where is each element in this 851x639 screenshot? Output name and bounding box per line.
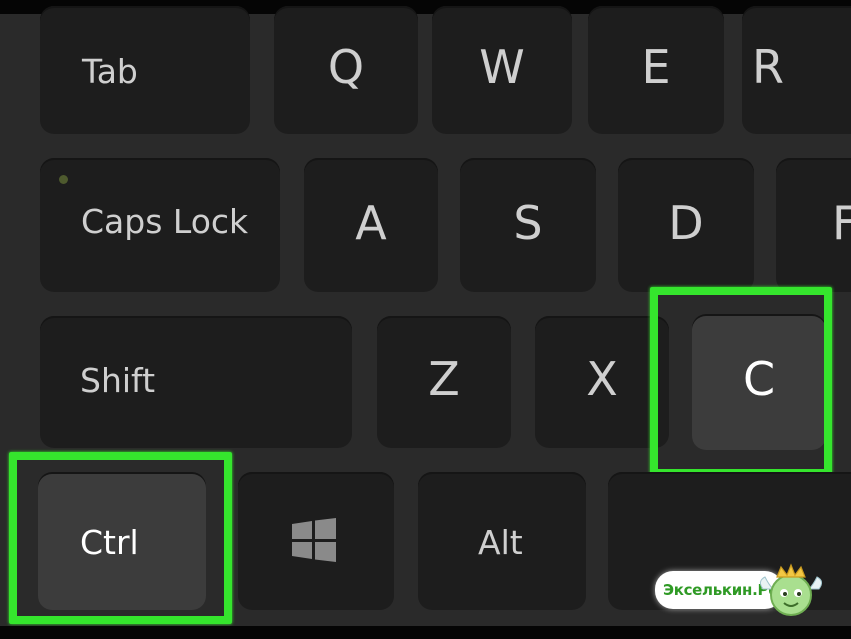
key-q-label: Q xyxy=(327,40,365,94)
key-s-label: S xyxy=(513,196,543,250)
key-alt[interactable]: Alt xyxy=(418,472,586,610)
key-r-label: R xyxy=(752,40,784,94)
key-f-label: F xyxy=(832,196,851,250)
key-e-label: E xyxy=(641,40,671,94)
key-s[interactable]: S xyxy=(460,158,596,292)
key-x-label: X xyxy=(586,352,618,406)
key-r[interactable]: R xyxy=(742,6,851,134)
key-shift[interactable]: Shift xyxy=(40,316,352,448)
key-z-label: Z xyxy=(428,352,460,406)
keyboard-photo: Tab Q W E R Caps Lock A S D F Shift Z X … xyxy=(0,0,851,639)
key-c-highlight-frame xyxy=(650,287,832,477)
key-a[interactable]: A xyxy=(304,158,438,292)
caps-lock-indicator-light xyxy=(59,175,68,184)
key-alt-label: Alt xyxy=(478,523,523,562)
site-watermark: Экселькин.Рф xyxy=(655,563,825,619)
key-tab[interactable]: Tab xyxy=(40,6,250,134)
key-q[interactable]: Q xyxy=(274,6,418,134)
windows-logo-icon xyxy=(292,518,336,562)
mascot-logo-icon xyxy=(759,563,823,616)
bottom-border xyxy=(0,626,851,639)
key-f[interactable]: F xyxy=(776,158,851,292)
key-z[interactable]: Z xyxy=(377,316,511,448)
key-caps-lock[interactable]: Caps Lock xyxy=(40,158,280,292)
key-ctrl-highlight-frame xyxy=(9,452,232,624)
key-caps-lock-label: Caps Lock xyxy=(81,202,249,241)
key-e[interactable]: E xyxy=(588,6,724,134)
key-d[interactable]: D xyxy=(618,158,754,292)
key-w[interactable]: W xyxy=(432,6,572,134)
key-d-label: D xyxy=(668,196,704,250)
key-shift-label: Shift xyxy=(80,361,156,400)
key-w-label: W xyxy=(479,40,525,94)
key-tab-label: Tab xyxy=(82,52,138,91)
key-x[interactable]: X xyxy=(535,316,669,448)
key-a-label: A xyxy=(355,196,387,250)
